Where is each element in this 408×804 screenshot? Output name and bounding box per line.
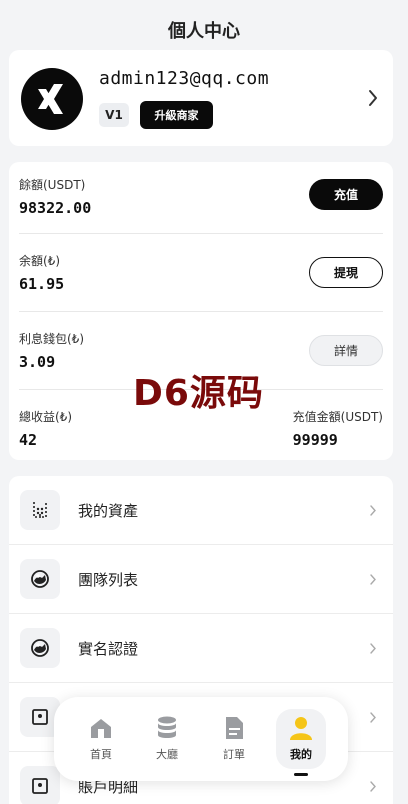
user-email: admin123@qq.com — [99, 68, 270, 89]
menu-item-label: 我的資產 — [78, 502, 139, 520]
upgrade-merchant-button[interactable]: 升級商家 — [140, 101, 213, 129]
total-recharge: 充值金額(USDT) 99999 — [293, 408, 383, 449]
divider — [19, 233, 383, 234]
wallet-icon — [33, 502, 47, 518]
chevron-right-icon — [370, 574, 376, 585]
tab-home[interactable]: 首頁 — [76, 709, 126, 769]
tab-label: 首頁 — [90, 748, 112, 761]
verify-icon — [31, 639, 49, 657]
menu-icon-box — [20, 559, 60, 599]
menu-item-label: 實名認證 — [78, 640, 139, 658]
team-icon — [31, 570, 49, 588]
menu-item-team-list[interactable]: 團隊列表 — [9, 545, 393, 614]
menu-icon-box — [20, 628, 60, 668]
menu-item-my-assets[interactable]: 我的資產 — [9, 476, 393, 545]
total-recharge-label: 充值金額(USDT) — [292, 410, 383, 424]
recharge-button[interactable]: 充值 — [309, 179, 383, 210]
watermark: D6源码 — [133, 373, 264, 414]
avatar[interactable] — [21, 68, 83, 130]
tab-orders[interactable]: 訂單 — [209, 709, 259, 769]
chevron-right-icon — [370, 505, 376, 516]
chevron-right-icon — [370, 643, 376, 654]
tab-label: 大廳 — [156, 748, 178, 761]
user-icon — [290, 717, 312, 740]
menu-icon-box — [20, 766, 60, 804]
tab-mine[interactable]: 我的 — [276, 709, 326, 769]
document-icon — [226, 717, 243, 739]
vip-level-badge: V1 — [99, 103, 129, 127]
withdraw-button[interactable]: 提現 — [309, 257, 383, 288]
tab-hall[interactable]: 大廳 — [142, 709, 192, 769]
active-tab-indicator — [294, 773, 308, 776]
menu-item-label: 團隊列表 — [78, 571, 139, 589]
xing-logo-icon — [38, 84, 63, 114]
bottom-tab-bar: 首頁 大廳 訂單 我的 — [54, 697, 348, 781]
page-title: 個人中心 — [168, 21, 240, 42]
database-icon — [158, 716, 176, 738]
chevron-right-icon — [370, 712, 376, 723]
menu-item-verification[interactable]: 實名認證 — [9, 614, 393, 683]
chevron-right-icon[interactable] — [367, 88, 379, 108]
details-button[interactable]: 詳情 — [309, 335, 383, 366]
menu-icon-box — [20, 490, 60, 530]
chevron-right-icon — [370, 781, 376, 792]
divider — [19, 311, 383, 312]
total-recharge-value: 99999 — [292, 431, 338, 449]
tab-label: 我的 — [290, 748, 312, 761]
ledger-icon — [32, 778, 48, 794]
home-icon — [91, 719, 111, 738]
profile-card[interactable]: admin123@qq.com V1 升級商家 — [9, 50, 393, 146]
safe-icon — [32, 709, 48, 725]
tab-label: 訂單 — [223, 748, 245, 761]
